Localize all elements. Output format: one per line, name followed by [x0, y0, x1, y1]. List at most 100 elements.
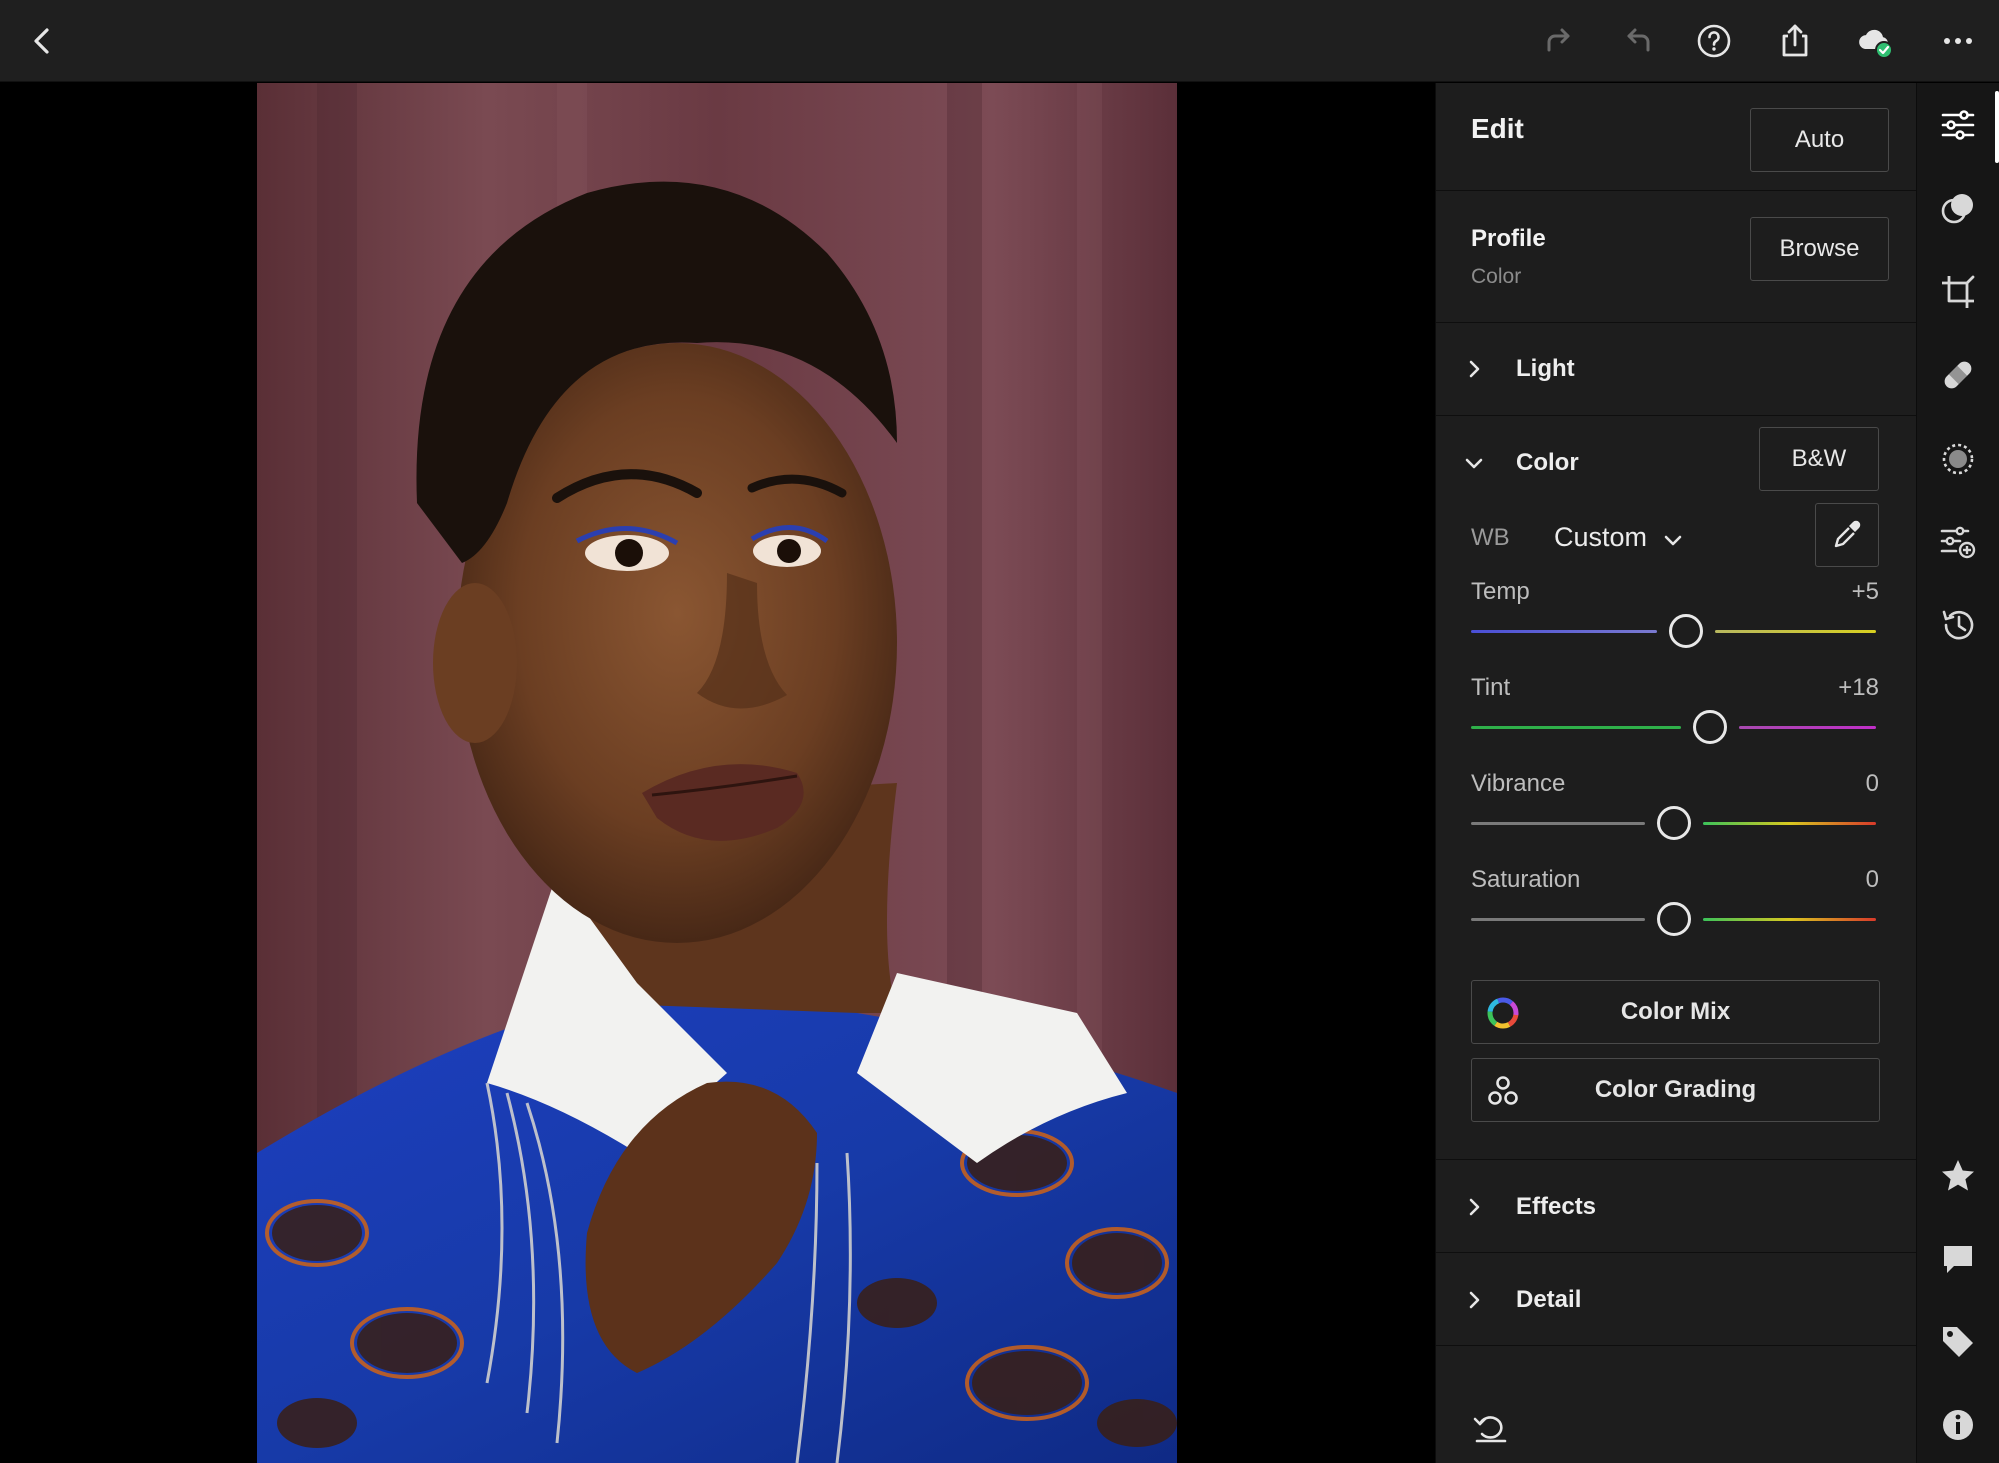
profile-label: Profile — [1471, 225, 1546, 252]
slider-label: Saturation — [1471, 866, 1581, 893]
slider-label: Temp — [1471, 578, 1530, 605]
back-button[interactable] — [17, 16, 67, 66]
slider-track-right — [1702, 822, 1876, 825]
chevron-right-icon — [1469, 1198, 1480, 1216]
top-bar — [0, 0, 1999, 82]
healing-icon — [1944, 361, 1972, 389]
wb-preset-value: Custom — [1554, 522, 1648, 552]
color-grading-button[interactable]: Color Grading — [1471, 1058, 1880, 1122]
edit-tool-button[interactable] — [1936, 103, 1980, 147]
tag-icon — [1943, 1327, 1973, 1357]
info-button[interactable] — [1936, 1403, 1980, 1447]
wb-label: WB — [1471, 524, 1510, 551]
slider-track-left — [1471, 918, 1645, 921]
info-icon — [1943, 1410, 1973, 1440]
slider-track-right — [1702, 918, 1876, 921]
slider-value: 0 — [1865, 866, 1879, 893]
help-icon — [1697, 24, 1731, 58]
edit-panel: Edit Auto Profile Color Browse Light Col… — [1435, 83, 1917, 1463]
slider-track-left — [1471, 726, 1681, 729]
more-button[interactable] — [1933, 16, 1983, 66]
share-icon — [1782, 24, 1808, 57]
tint-slider[interactable]: Tint +18 — [1436, 662, 1917, 752]
slider-handle[interactable] — [1656, 806, 1691, 840]
slider-handle[interactable] — [1692, 710, 1727, 744]
auto-button[interactable]: Auto — [1750, 108, 1889, 172]
effects-section-label: Effects — [1516, 1193, 1597, 1220]
black-and-white-button[interactable]: B&W — [1759, 427, 1879, 491]
chevron-down-icon — [1664, 535, 1682, 546]
color-section: Color B&W WB Custom Temp +5 Tint +18 Vib… — [1436, 416, 1917, 1160]
versions-icon — [1940, 526, 1976, 559]
history-icon — [1942, 610, 1974, 640]
slider-value: +18 — [1838, 674, 1879, 701]
color-grading-label: Color Grading — [1594, 1076, 1757, 1103]
slider-track-right — [1714, 630, 1876, 633]
slider-value: 0 — [1865, 770, 1879, 797]
slider-value: +5 — [1851, 578, 1879, 605]
back-icon — [34, 28, 49, 54]
chevron-right-icon — [1469, 360, 1480, 378]
edit-header: Edit Auto — [1436, 83, 1917, 191]
chevron-down-icon — [1465, 458, 1483, 469]
slider-track-left — [1471, 822, 1645, 825]
slider-track-left — [1471, 630, 1657, 633]
eyedropper-icon — [1834, 520, 1861, 548]
slider-label: Vibrance — [1471, 770, 1566, 797]
crop-tool-button[interactable] — [1936, 270, 1980, 314]
undo-icon — [1627, 28, 1650, 52]
light-section-label: Light — [1516, 355, 1575, 382]
color-mix-button[interactable]: Color Mix — [1471, 980, 1880, 1044]
share-button[interactable] — [1770, 16, 1820, 66]
color-section-header[interactable]: Color — [1436, 416, 1736, 508]
detail-section-header[interactable]: Detail — [1436, 1253, 1917, 1346]
star-icon — [1942, 1160, 1974, 1191]
rating-button[interactable] — [1936, 1154, 1980, 1198]
portrait-photo — [257, 83, 1177, 1463]
tool-rail — [1916, 83, 1999, 1463]
comment-icon — [1944, 1246, 1972, 1273]
help-button[interactable] — [1689, 16, 1739, 66]
undo-button[interactable] — [1614, 16, 1664, 66]
light-section-header[interactable]: Light — [1436, 323, 1917, 416]
presets-tool-button[interactable] — [1936, 187, 1980, 231]
more-icon — [1944, 38, 1972, 44]
redo-icon — [1547, 28, 1570, 52]
detail-section-label: Detail — [1516, 1286, 1582, 1313]
cloud-sync-button[interactable] — [1850, 16, 1900, 66]
cloud-sync-icon — [1859, 29, 1893, 59]
temp-slider[interactable]: Temp +5 — [1436, 566, 1917, 656]
slider-handle[interactable] — [1656, 902, 1691, 936]
color-section-label: Color — [1516, 449, 1579, 476]
edit-sliders-icon — [1941, 110, 1975, 140]
reset-edits-button[interactable] — [1471, 1407, 1511, 1447]
profile-value: Color — [1471, 265, 1522, 288]
browse-profile-button[interactable]: Browse — [1750, 217, 1889, 281]
effects-section-header[interactable]: Effects — [1436, 1160, 1917, 1253]
slider-handle[interactable] — [1668, 614, 1703, 648]
color-mix-label: Color Mix — [1620, 998, 1731, 1025]
photo-canvas[interactable] — [0, 83, 1435, 1463]
masking-tool-button[interactable] — [1936, 437, 1980, 481]
profile-section: Profile Color Browse — [1436, 191, 1917, 323]
masking-icon — [1942, 443, 1974, 475]
wb-eyedropper-button[interactable] — [1815, 503, 1879, 567]
portrait-illustration — [257, 83, 1177, 1463]
panel-title: Edit — [1471, 113, 1524, 144]
reset-icon — [1473, 1416, 1507, 1443]
keywords-button[interactable] — [1936, 1320, 1980, 1364]
chevron-right-icon — [1469, 1291, 1480, 1309]
history-tool-button[interactable] — [1936, 603, 1980, 647]
slider-track-right — [1738, 726, 1876, 729]
versions-tool-button[interactable] — [1936, 520, 1980, 564]
saturation-slider[interactable]: Saturation 0 — [1436, 854, 1917, 944]
redo-button[interactable] — [1533, 16, 1583, 66]
crop-icon — [1942, 275, 1975, 308]
wb-preset-dropdown[interactable]: Custom — [1554, 516, 1694, 560]
comments-button[interactable] — [1936, 1237, 1980, 1281]
healing-tool-button[interactable] — [1936, 353, 1980, 397]
presets-icon — [1941, 194, 1973, 224]
slider-label: Tint — [1471, 674, 1511, 701]
active-tool-indicator — [1995, 91, 1999, 163]
vibrance-slider[interactable]: Vibrance 0 — [1436, 758, 1917, 848]
